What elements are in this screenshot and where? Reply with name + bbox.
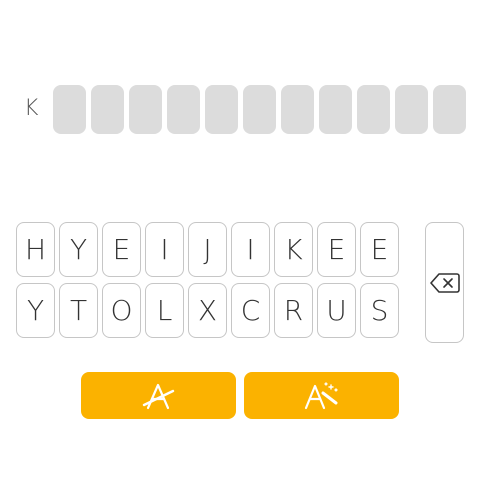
answer-slot[interactable] — [281, 85, 314, 134]
keyboard-row-1: H Y E I J I K E E — [16, 222, 399, 277]
clear-letters-button[interactable] — [81, 372, 236, 419]
answer-slot[interactable] — [91, 85, 124, 134]
letter-key[interactable]: T — [59, 283, 98, 338]
letter-key[interactable]: U — [317, 283, 356, 338]
answer-slot[interactable] — [357, 85, 390, 134]
letter-key[interactable]: I — [145, 222, 184, 277]
backspace-button[interactable] — [425, 222, 464, 343]
answer-slot[interactable] — [243, 85, 276, 134]
answer-slot[interactable] — [205, 85, 238, 134]
letter-key[interactable]: H — [16, 222, 55, 277]
letter-key[interactable]: K — [274, 222, 313, 277]
answer-slot[interactable] — [167, 85, 200, 134]
letter-keyboard: H Y E I J I K E E Y T O L X C R U S — [16, 222, 399, 344]
letter-key[interactable]: X — [188, 283, 227, 338]
letter-key[interactable]: I — [231, 222, 270, 277]
clear-letters-icon — [142, 383, 174, 409]
hint-magic-icon — [304, 381, 338, 409]
answer-slot[interactable] — [395, 85, 428, 134]
hint-button[interactable] — [244, 372, 399, 419]
letter-key[interactable]: J — [188, 222, 227, 277]
answer-slot[interactable] — [319, 85, 352, 134]
answer-slot[interactable] — [53, 85, 86, 134]
letter-key[interactable]: E — [317, 222, 356, 277]
letter-key[interactable]: L — [145, 283, 184, 338]
letter-key[interactable]: Y — [16, 283, 55, 338]
letter-key[interactable]: Y — [59, 222, 98, 277]
answer-slot[interactable] — [433, 85, 466, 134]
clue-letter: K — [24, 96, 39, 121]
letter-key[interactable]: E — [102, 222, 141, 277]
answer-slot[interactable] — [129, 85, 162, 134]
letter-key[interactable]: O — [102, 283, 141, 338]
keyboard-row-2: Y T O L X C R U S — [16, 283, 399, 338]
letter-key[interactable]: R — [274, 283, 313, 338]
letter-key[interactable]: S — [360, 283, 399, 338]
letter-key[interactable]: E — [360, 222, 399, 277]
answer-slots — [53, 85, 466, 134]
letter-key[interactable]: C — [231, 283, 270, 338]
backspace-icon — [429, 272, 460, 293]
